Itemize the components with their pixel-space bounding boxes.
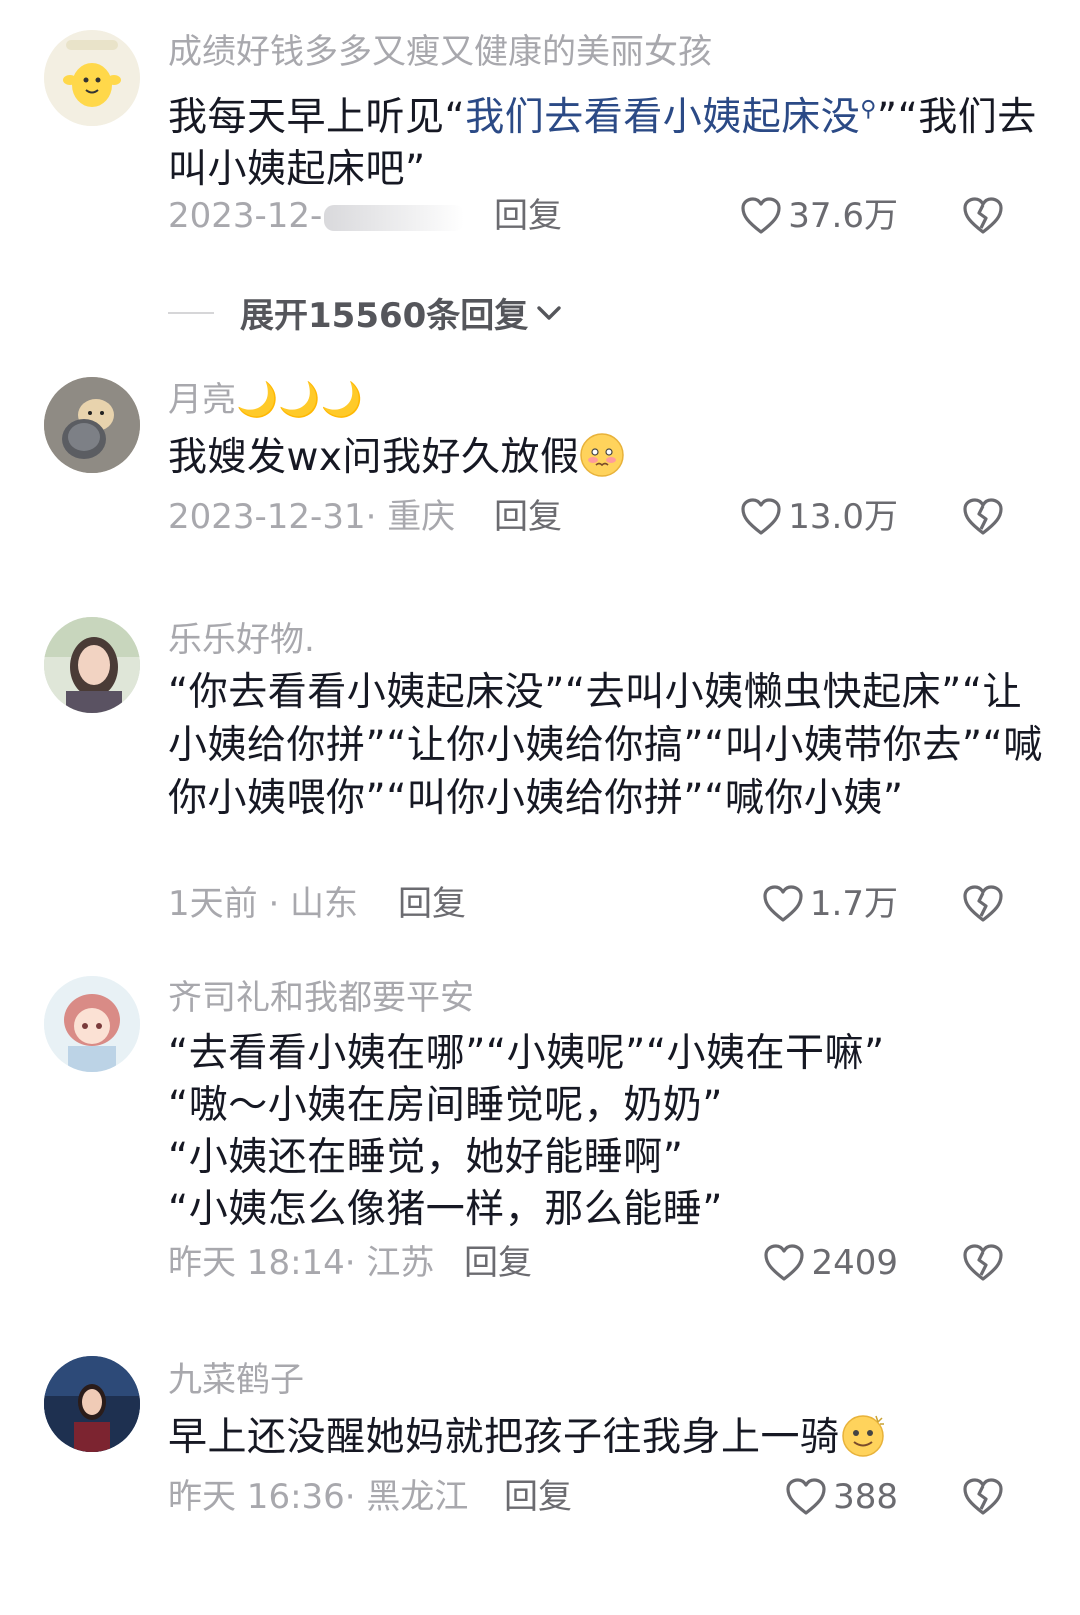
comment-text: 我嫂发wx问我好久放假 [168, 432, 1048, 484]
search-icon[interactable]: ⚲ [860, 97, 877, 122]
comment-text-content: 我嫂发wx问我好久放假 [168, 435, 580, 480]
username[interactable]: 九菜鹤子 [168, 1360, 304, 1400]
comment-text: 我每天早上听见“我们去看看小姨起床没⚲”“我们去叫小姨起床吧” [168, 84, 1048, 196]
avatar-girl-photo-icon [44, 617, 140, 713]
like-count: 388 [833, 1477, 898, 1517]
like-button[interactable]: 388 [785, 1477, 898, 1517]
comment-meta: 2023-12- [168, 196, 465, 236]
comment-text: “去看看小姨在哪”“小姨呢”“小姨在干嘛” “嗷～小姨在房间睡觉呢，奶奶” “小… [168, 1028, 1048, 1236]
heart-outline-icon [764, 1244, 805, 1281]
comment-meta: 昨天 18:14· 江苏 [168, 1243, 435, 1283]
avatar[interactable] [44, 30, 140, 126]
broken-heart-icon[interactable] [962, 497, 1004, 537]
broken-heart-icon[interactable] [962, 1243, 1004, 1283]
avatar-yellow-character-icon [44, 30, 140, 126]
username[interactable]: 月亮🌙🌙🌙 [168, 380, 363, 420]
comment-text-content: 早上还没醒她妈就把孩子往我身上一骑 [168, 1415, 840, 1460]
comment-text: “你去看看小姨起床没”“去叫小姨懒虫快起床”“让小姨给你拼”“让你小姨给你搞”“… [168, 670, 1043, 821]
expand-replies-label: 展开15560条回复 [240, 296, 529, 336]
like-count: 1.7万 [809, 884, 898, 924]
like-count: 2409 [811, 1243, 898, 1283]
like-button[interactable]: 1.7万 [762, 884, 898, 924]
comment-text: 早上还没醒她妈就把孩子往我身上一骑 [168, 1412, 1048, 1464]
comment-line: “小姨怎么像猪一样，那么能睡” [168, 1187, 723, 1232]
heart-outline-icon [786, 1478, 826, 1515]
username[interactable]: 齐司礼和我都要平安 [168, 978, 474, 1018]
comment-meta: 昨天 16:36· 黑龙江 [168, 1477, 469, 1517]
broken-heart-icon[interactable] [962, 884, 1004, 924]
heart-outline-icon [741, 197, 781, 234]
like-count: 13.0万 [788, 497, 898, 537]
heart-outline-icon [763, 885, 803, 922]
like-button[interactable]: 13.0万 [740, 497, 898, 537]
broken-heart-icon[interactable] [962, 196, 1004, 236]
emoji-dizzy-smile-icon [841, 1415, 884, 1457]
reply-button[interactable]: 回复 [398, 884, 466, 924]
search-keyword-link[interactable]: 我们去看看小姨起床没 [465, 95, 860, 140]
divider-line [168, 311, 214, 314]
comment-date: 2023-12- [168, 196, 323, 236]
avatar-woman-photo-icon [44, 1356, 140, 1452]
comment-meta: 2023-12-31· 重庆 [168, 497, 456, 537]
avatar[interactable] [44, 377, 140, 473]
comment-meta: 1天前 · 山东 [168, 884, 359, 924]
reply-button[interactable]: 回复 [504, 1477, 572, 1517]
comment-line: “小姨还在睡觉，她好能睡啊” [168, 1135, 684, 1180]
chevron-down-icon [537, 305, 561, 320]
reply-button[interactable]: 回复 [494, 497, 562, 537]
heart-outline-icon [741, 498, 781, 535]
reply-button[interactable]: 回复 [464, 1243, 532, 1283]
avatar-anime-girl-icon [44, 976, 140, 1072]
like-count: 37.6万 [788, 196, 898, 236]
expand-replies-button[interactable]: 展开15560条回复 [168, 288, 564, 337]
like-button[interactable]: 2409 [763, 1243, 898, 1283]
comment-line: “嗷～小姨在房间睡觉呢，奶奶” [168, 1083, 723, 1128]
avatar[interactable] [44, 976, 140, 1072]
username[interactable]: 成绩好钱多多又瘦又健康的美丽女孩 [168, 32, 712, 72]
avatar-dog-photo-icon [44, 377, 140, 473]
avatar[interactable] [44, 617, 140, 713]
comment-line: “去看看小姨在哪”“小姨呢”“小姨在干嘛” [168, 1031, 885, 1076]
username[interactable]: 乐乐好物. [168, 620, 315, 660]
like-button[interactable]: 37.6万 [740, 196, 898, 236]
avatar[interactable] [44, 1356, 140, 1452]
comment-text-prefix: 我每天早上听见“ [168, 95, 466, 140]
broken-heart-icon[interactable] [962, 1477, 1004, 1517]
reply-button[interactable]: 回复 [494, 196, 562, 236]
emoji-shy-face-icon [580, 433, 625, 477]
blurred-region [324, 204, 465, 231]
